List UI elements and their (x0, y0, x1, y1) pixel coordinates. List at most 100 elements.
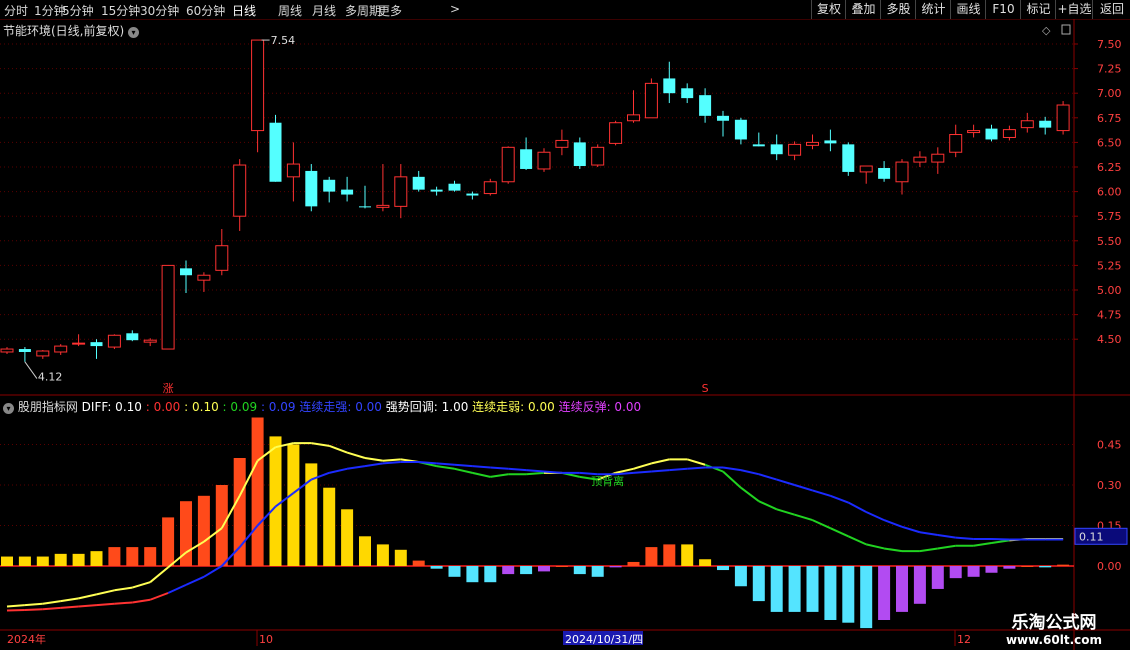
candle-body-down (770, 144, 783, 155)
dea-line (991, 538, 1010, 541)
dea-line (633, 470, 652, 474)
marker-zhang: 涨 (163, 382, 174, 395)
macd-bar (645, 547, 658, 566)
watermark: 乐淘公式网 www.60lt.com (1006, 608, 1102, 647)
time-label-oct: 10 (259, 633, 273, 646)
price-axis-label: 6.50 (1097, 136, 1122, 149)
time-label-dec: 12 (957, 633, 971, 646)
candle-body-down (699, 95, 712, 116)
dea-line (436, 462, 455, 466)
macd-bar (359, 536, 371, 566)
macd-bar (430, 566, 443, 569)
dea-line (508, 467, 527, 472)
candle-body-down (18, 349, 31, 352)
watermark-line2: www.60lt.com (1005, 633, 1102, 647)
candle-body-up (143, 339, 157, 343)
dea-line (382, 461, 401, 465)
candle-body-up (36, 350, 50, 357)
macd-bar (931, 566, 944, 589)
dea-line (776, 478, 795, 486)
macd-bar (770, 566, 783, 612)
macd-bar (162, 517, 175, 566)
macd-bar (717, 566, 729, 571)
dea-line (60, 605, 79, 609)
price-axis-label: 4.75 (1097, 309, 1122, 322)
dea-line (865, 511, 885, 522)
candle-body-up (806, 141, 819, 146)
candle-body-down (323, 179, 336, 192)
dea-line (24, 608, 43, 612)
time-label-start: 2024年 (7, 632, 46, 646)
dea-line (114, 601, 133, 605)
divergence-label: 顶背离 (591, 474, 624, 488)
macd-bar (967, 566, 980, 577)
dif-line (991, 539, 1010, 545)
macd-bar (108, 547, 121, 566)
dea-line (472, 465, 491, 469)
dif-line (919, 547, 938, 553)
candle-body-down (681, 88, 694, 99)
price-axis-label: 5.75 (1097, 210, 1122, 223)
macd-bar (878, 566, 891, 620)
macd-bar (627, 561, 640, 566)
ind-axis-label: 0.00 (1097, 560, 1122, 573)
low-pointer (24, 361, 38, 379)
dif-line (633, 462, 652, 470)
dea-line (132, 598, 151, 604)
macd-bar (323, 487, 336, 566)
candle-body-up (107, 334, 121, 348)
candle-body-down (842, 144, 855, 172)
dif-line (829, 527, 849, 538)
candle-body-down (90, 342, 103, 347)
dif-line (382, 458, 401, 462)
dea-line (543, 470, 562, 474)
dea-line (830, 494, 849, 504)
dea-line (42, 606, 61, 611)
dea-line (454, 463, 473, 468)
dif-line (6, 604, 25, 608)
candle-body-up (1002, 129, 1016, 138)
candle-body-down (430, 189, 443, 192)
candle-body-up (609, 122, 623, 144)
dif-line (42, 600, 61, 605)
macd-bar (36, 556, 49, 566)
dif-line (472, 471, 491, 478)
dea-line (812, 489, 831, 497)
dea-line (722, 466, 742, 472)
dif-line (60, 597, 79, 603)
macd-bar (1057, 564, 1070, 566)
dea-line (794, 484, 813, 492)
macd-bar (269, 436, 282, 566)
candle-body-up (949, 134, 963, 153)
macd-bar (806, 566, 819, 612)
candle-body-down (305, 170, 318, 207)
price-axis-label: 5.25 (1097, 259, 1122, 272)
dea-line (687, 466, 706, 470)
candle-body-down (359, 206, 371, 208)
candle-body-down (126, 333, 139, 341)
dea-line (847, 501, 867, 513)
dea-line (203, 565, 223, 578)
dif-line (132, 581, 151, 589)
dif-line (78, 593, 97, 600)
dea-line (901, 525, 921, 534)
candle-body-up (233, 164, 247, 217)
candle-body-up (376, 204, 390, 208)
candle-body-up (161, 264, 175, 350)
macd-bar (896, 566, 908, 612)
dif-line (526, 471, 545, 476)
stock-chart[interactable]: 7.50 7.25 7.00 6.75 6.50 6.25 6.00 5.75 5.50 5.25… (0, 0, 1130, 650)
candle-body-up (1020, 120, 1034, 129)
macd-bar (1003, 566, 1016, 569)
macd-bar (699, 559, 712, 566)
dea-line (418, 461, 437, 465)
macd-bar (287, 444, 300, 566)
candle-body-up (644, 82, 658, 119)
macd-bar (842, 566, 855, 623)
dif-line (883, 547, 903, 553)
dea-line (185, 575, 205, 586)
price-axis-label: 6.75 (1097, 112, 1122, 125)
candle-body-down (180, 268, 192, 276)
dif-line (776, 508, 795, 516)
price-axis-label: 7.50 (1097, 38, 1122, 51)
